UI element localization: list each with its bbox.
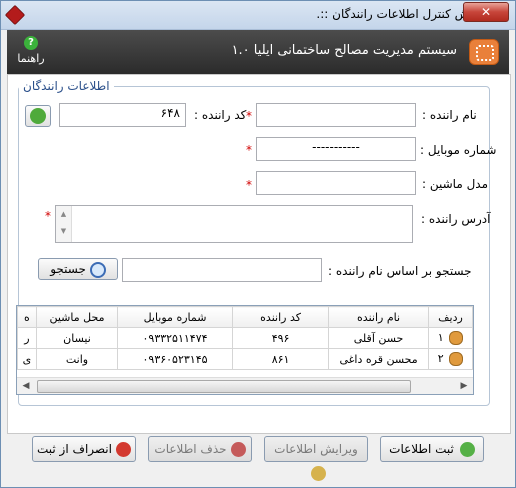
column-header[interactable]: ه (17, 306, 37, 328)
table-cell: ۴۹۶ (231, 327, 330, 349)
table-row[interactable]: ر نیسان ۰۹۳۳۲۵۱۱۴۷۴ ۴۹۶ حسن آقلی ۱ (17, 327, 473, 349)
scroll-down-icon[interactable]: ▼ (56, 223, 71, 240)
search-label: جستجو بر اساس نام راننده : (328, 264, 472, 278)
delete-icon (230, 442, 246, 457)
delete-label: حذف اطلاعات (154, 442, 227, 456)
logo-icon (469, 39, 499, 65)
cancel-label: انصراف از ثبت (37, 442, 112, 456)
horizontal-scrollbar[interactable]: ◀ ▶ (17, 377, 473, 394)
group-title: اطلاعات رانندگان (23, 79, 110, 93)
scroll-thumb[interactable] (37, 380, 411, 393)
help-button[interactable]: ? راهنما (13, 36, 49, 65)
close-icon: ✕ (480, 5, 492, 19)
cancel-icon (115, 442, 131, 457)
column-header[interactable]: کد راننده (231, 306, 330, 328)
row-number-cell: ۱ (427, 327, 473, 349)
column-header[interactable]: محل ماشین (35, 306, 119, 328)
user-icon (449, 352, 464, 366)
table-cell: وانت (35, 348, 119, 370)
table-cell: ۰۹۳۶۰۵۲۳۱۴۵ (117, 348, 233, 370)
search-icon (89, 261, 106, 278)
drivers-grid[interactable]: ه محل ماشین شماره موبایل کد راننده نام ر… (16, 305, 474, 395)
check-icon (459, 442, 475, 457)
row-number-cell: ۲ (427, 348, 473, 370)
scroll-up-icon[interactable]: ▲ (56, 206, 71, 223)
column-header[interactable]: نام راننده (328, 306, 429, 328)
close-button[interactable]: ✕ (463, 2, 509, 22)
table-cell: نیسان (35, 327, 119, 349)
table-header: ه محل ماشین شماره موبایل کد راننده نام ر… (17, 306, 473, 328)
address-required: * (45, 209, 51, 223)
driver-name-required: * (246, 109, 252, 123)
address-label: آدرس راننده : (421, 212, 491, 226)
car-model-field[interactable] (256, 171, 416, 195)
table-cell: ی (17, 348, 37, 370)
system-title: سیستم مدیریت مصالح ساختمانی ایلیا ۱.۰ (231, 43, 457, 58)
mobile-field[interactable]: ----------- (256, 137, 416, 161)
car-model-required: * (246, 178, 252, 192)
pencil-icon (310, 466, 326, 481)
title-bar: بخش کنترل اطلاعات رانندگان ::. ✕ (1, 1, 515, 30)
refresh-button[interactable] (25, 105, 51, 127)
driver-code-field[interactable]: ۶۴۸ (59, 103, 186, 127)
table-cell: ر (17, 327, 37, 349)
row-number: ۱ (437, 331, 444, 344)
app-icon (4, 4, 26, 26)
edit-button[interactable]: ویرایش اطلاعات (264, 436, 368, 481)
address-field[interactable]: ▲ ▼ (55, 205, 413, 243)
mobile-label: شماره موبایل : (420, 143, 497, 157)
cancel-button[interactable]: انصراف از ثبت (32, 436, 136, 462)
column-header[interactable]: شماره موبایل (117, 306, 233, 328)
delete-button[interactable]: حذف اطلاعات (148, 436, 252, 462)
search-input[interactable] (122, 258, 322, 282)
refresh-icon (30, 108, 46, 124)
search-button-label: جستجو (50, 262, 86, 276)
column-header[interactable]: ردیف (427, 306, 473, 328)
row-number: ۲ (437, 352, 444, 365)
table-cell: ۸۶۱ (231, 348, 330, 370)
scroll-left-icon[interactable]: ◀ (19, 380, 33, 392)
car-model-label: مدل ماشین : (422, 177, 489, 191)
search-button[interactable]: جستجو (38, 258, 118, 280)
mobile-required: * (246, 143, 252, 157)
window: بخش کنترل اطلاعات رانندگان ::. ✕ ? راهنم… (0, 0, 516, 488)
driver-name-field[interactable] (256, 103, 416, 127)
edit-label: ویرایش اطلاعات (274, 442, 358, 456)
table-cell: ۰۹۳۳۲۵۱۱۴۷۴ (117, 327, 233, 349)
main-panel: اطلاعات رانندگان ۶۴۸ کد راننده : * نام ر… (7, 74, 511, 434)
address-scrollbar[interactable]: ▲ ▼ (56, 206, 72, 242)
app-header: ? راهنما سیستم مدیریت مصالح ساختمانی ایل… (7, 30, 509, 74)
help-icon: ? (24, 36, 38, 50)
drivers-table: ه محل ماشین شماره موبایل کد راننده نام ر… (17, 306, 473, 370)
save-label: ثبت اطلاعات (389, 442, 454, 456)
save-button[interactable]: ثبت اطلاعات (380, 436, 484, 462)
user-icon (449, 331, 464, 345)
table-cell: حسن آقلی (328, 327, 429, 349)
driver-code-label: کد راننده : (194, 108, 247, 122)
table-row[interactable]: ی وانت ۰۹۳۶۰۵۲۳۱۴۵ ۸۶۱ محسن قره داغی ۲ (17, 348, 473, 370)
driver-name-label: نام راننده : (422, 108, 477, 122)
window-title: بخش کنترل اطلاعات رانندگان ::. (316, 7, 481, 21)
table-cell: محسن قره داغی (328, 348, 429, 370)
help-label: راهنما (17, 52, 45, 65)
scroll-right-icon[interactable]: ▶ (457, 380, 471, 392)
